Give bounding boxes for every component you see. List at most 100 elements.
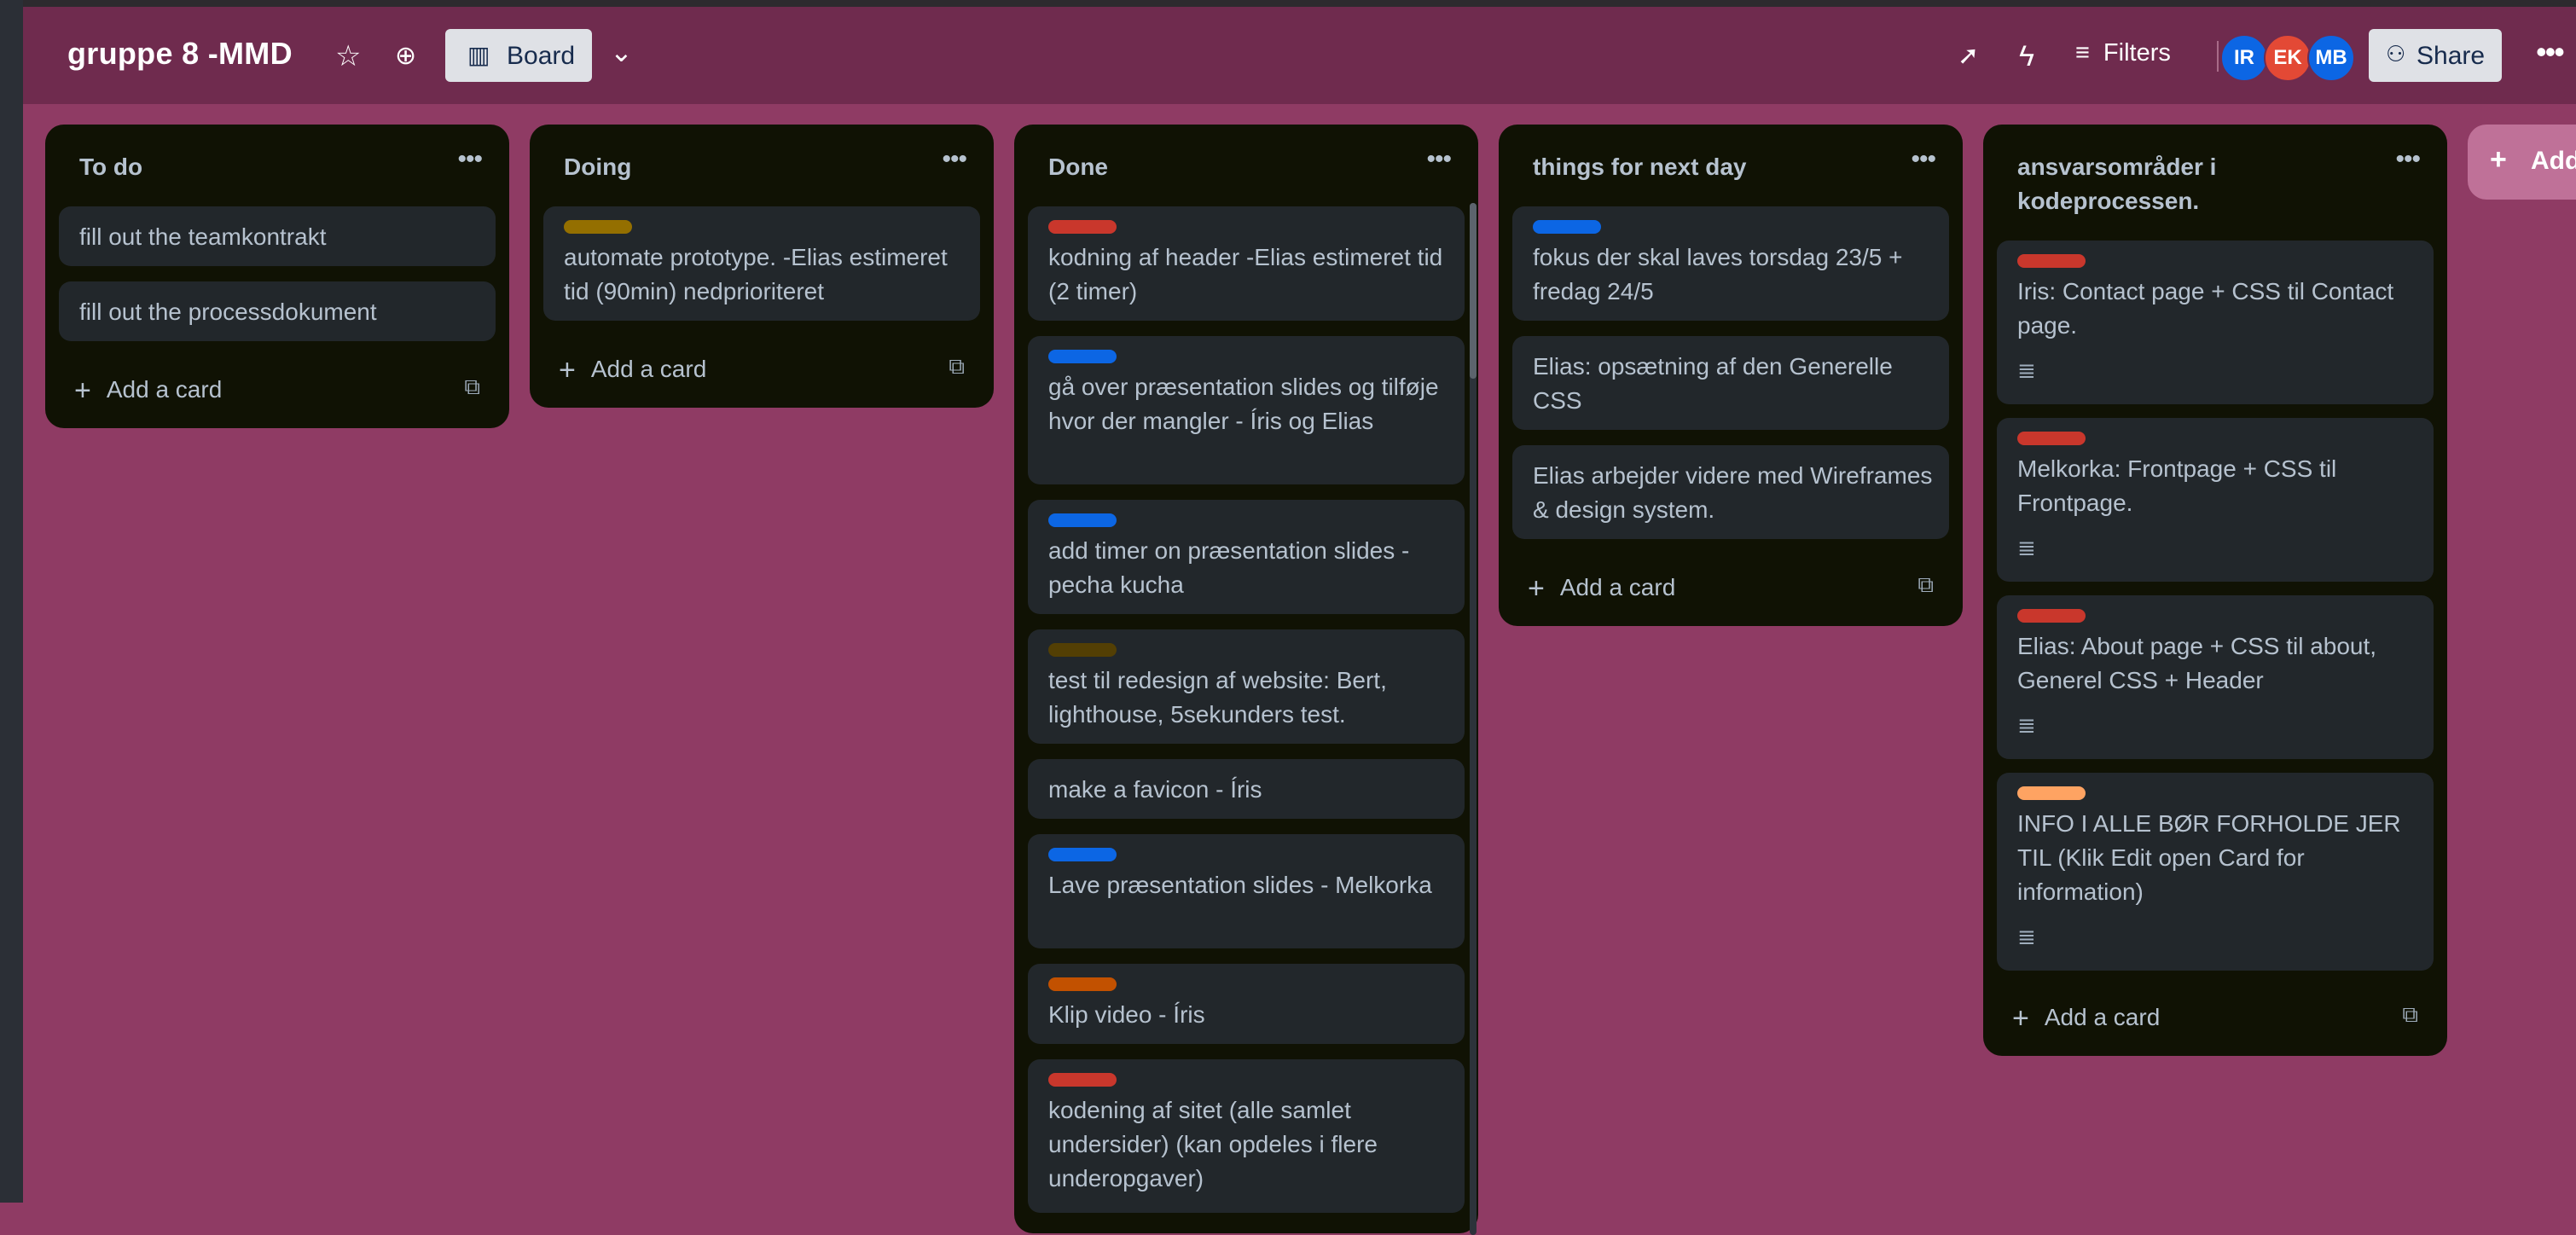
card-title: INFO I ALLE BØR FORHOLDE JER TIL (Klik E… (2017, 810, 2401, 905)
list-to-do: To do ••• fill out the teamkontrakt fill… (45, 125, 509, 428)
card[interactable]: Melkorka: Frontpage + CSS til Frontpage.… (1997, 418, 2434, 582)
list-done: Done ••• kodning af header -Elias estime… (1014, 125, 1478, 1235)
list-title[interactable]: ansvarsområder i kodeprocessen. (2017, 150, 2376, 218)
description-icon: ≣ (2017, 357, 2036, 383)
description-icon: ≣ (2017, 535, 2036, 560)
card-template-icon[interactable]: ⧉ (949, 353, 965, 380)
star-icon[interactable]: ☆ (335, 41, 361, 72)
avatar-mb[interactable]: MB (2307, 34, 2355, 82)
rocket-icon[interactable]: ➚ (1958, 41, 1979, 72)
filters-button[interactable]: ≡ Filters (2075, 39, 2171, 67)
add-card-label: Add a card (106, 376, 223, 403)
card[interactable]: kodning af header -Elias estimeret tid (… (1028, 206, 1465, 321)
card-template-icon[interactable]: ⧉ (464, 374, 480, 401)
plus-icon: + (74, 374, 91, 407)
list-scrollbar-thumb[interactable] (1470, 203, 1477, 379)
card[interactable]: fill out the teamkontrakt (59, 206, 496, 266)
card[interactable]: kodening af sitet (alle samlet underside… (1028, 1059, 1465, 1213)
card-title: add timer on præsentation slides - pecha… (1048, 537, 1410, 598)
list-menu-icon[interactable]: ••• (1911, 145, 1935, 174)
card-title: fill out the processdokument (79, 299, 377, 325)
chevron-down-icon[interactable]: ⌄ (610, 36, 633, 68)
card[interactable]: INFO I ALLE BØR FORHOLDE JER TIL (Klik E… (1997, 773, 2434, 971)
add-card-label: Add a card (590, 356, 707, 382)
card[interactable]: test til redesign af website: Bert, ligh… (1028, 629, 1465, 744)
card-template-icon[interactable]: ⧉ (1917, 571, 1934, 599)
card-title: Klip video - Íris (1048, 1001, 1205, 1028)
add-card-label: Add a card (2044, 1004, 2161, 1030)
card[interactable]: Lave præsentation slides - Melkorka (1028, 834, 1465, 948)
window-top-edge (0, 0, 2576, 7)
list-title[interactable]: Doing (564, 150, 922, 184)
card[interactable]: add timer on præsentation slides - pecha… (1028, 500, 1465, 614)
card[interactable]: Iris: Contact page + CSS til Contact pag… (1997, 241, 2434, 404)
plus-icon: + (2490, 143, 2507, 176)
card[interactable]: make a favicon - Íris (1028, 759, 1465, 819)
board-header: gruppe 8 -MMD ☆ ⊕ ▥ Board ⌄ ➚ ϟ ≡ Filters… (23, 7, 2576, 104)
card[interactable]: gå over præsentation slides og tilføje h… (1028, 336, 1465, 484)
card-label (564, 220, 632, 234)
description-icon: ≣ (2017, 924, 2036, 949)
card-label (1048, 513, 1117, 527)
card-label (1533, 220, 1601, 234)
view-switcher-button[interactable]: ▥ Board (445, 29, 592, 82)
filters-label: Filters (2103, 39, 2171, 67)
card-title: fill out the teamkontrakt (79, 223, 327, 250)
view-label: Board (507, 42, 576, 70)
share-label: Share (2416, 42, 2486, 70)
list-menu-icon[interactable]: ••• (457, 145, 482, 174)
card[interactable]: fokus der skal laves torsdag 23/5 + fred… (1512, 206, 1949, 321)
list-title[interactable]: To do (79, 150, 438, 184)
add-card-button[interactable]: + Add a card (2012, 1000, 2161, 1035)
avatar-ek[interactable]: EK (2264, 34, 2312, 82)
list-things-for-next-day: things for next day ••• fokus der skal l… (1499, 125, 1963, 626)
list-title[interactable]: things for next day (1533, 150, 1891, 184)
header-divider (2217, 41, 2219, 72)
card-label (1048, 220, 1117, 234)
card[interactable]: Klip video - Íris (1028, 964, 1465, 1044)
add-person-icon: ⚇ (2386, 41, 2406, 67)
avatar-ir[interactable]: IR (2220, 34, 2268, 82)
add-list-button[interactable]: + Add (2468, 125, 2576, 200)
card-title: test til redesign af website: Bert, ligh… (1048, 667, 1387, 728)
card-label (1048, 350, 1117, 363)
globe-icon[interactable]: ⊕ (395, 41, 416, 72)
card[interactable]: automate prototype. -Elias estimeret tid… (543, 206, 980, 321)
card-title: Elias arbejder videre med Wireframes & d… (1533, 462, 1933, 523)
card-label (2017, 432, 2086, 445)
share-button[interactable]: ⚇ Share (2369, 29, 2502, 82)
list-menu-icon[interactable]: ••• (1426, 145, 1451, 174)
card-label (2017, 786, 2086, 800)
add-card-button[interactable]: + Add a card (1528, 570, 1676, 605)
card[interactable]: Elias: About page + CSS til about, Gener… (1997, 595, 2434, 759)
card[interactable]: fill out the processdokument (59, 281, 496, 341)
card[interactable]: Elias arbejder videre med Wireframes & d… (1512, 445, 1949, 539)
card-title: automate prototype. -Elias estimeret tid… (564, 244, 948, 304)
more-options-icon[interactable]: ••• (2536, 34, 2565, 70)
add-card-button[interactable]: + Add a card (74, 372, 223, 407)
plus-icon: + (1528, 572, 1545, 605)
card-label (1048, 643, 1117, 657)
lightning-icon[interactable]: ϟ (2019, 41, 2034, 72)
add-card-button[interactable]: + Add a card (559, 351, 707, 386)
card-title: kodning af header -Elias estimeret tid (… (1048, 244, 1443, 304)
add-list-label: Add (2531, 147, 2576, 175)
plus-icon: + (559, 354, 576, 386)
card-title: Lave præsentation slides - Melkorka (1048, 872, 1432, 898)
card-label (1048, 977, 1117, 991)
board-icon: ▥ (467, 42, 490, 68)
card-title: gå over præsentation slides og tilføje h… (1048, 374, 1439, 434)
card-title: fokus der skal laves torsdag 23/5 + fred… (1533, 244, 1903, 304)
card-title: kodening af sitet (alle samlet underside… (1048, 1097, 1378, 1192)
description-icon: ≣ (2017, 712, 2036, 738)
card-template-icon[interactable]: ⧉ (2402, 1001, 2418, 1029)
list-menu-icon[interactable]: ••• (942, 145, 966, 174)
card-title: Elias: About page + CSS til about, Gener… (2017, 633, 2377, 693)
board-title[interactable]: gruppe 8 -MMD (67, 36, 293, 72)
card[interactable]: Elias: opsætning af den Generelle CSS (1512, 336, 1949, 430)
filter-icon: ≡ (2075, 39, 2090, 67)
add-card-label: Add a card (1559, 574, 1676, 600)
card-label (2017, 254, 2086, 268)
list-title[interactable]: Done (1048, 150, 1407, 184)
list-menu-icon[interactable]: ••• (2395, 145, 2420, 174)
